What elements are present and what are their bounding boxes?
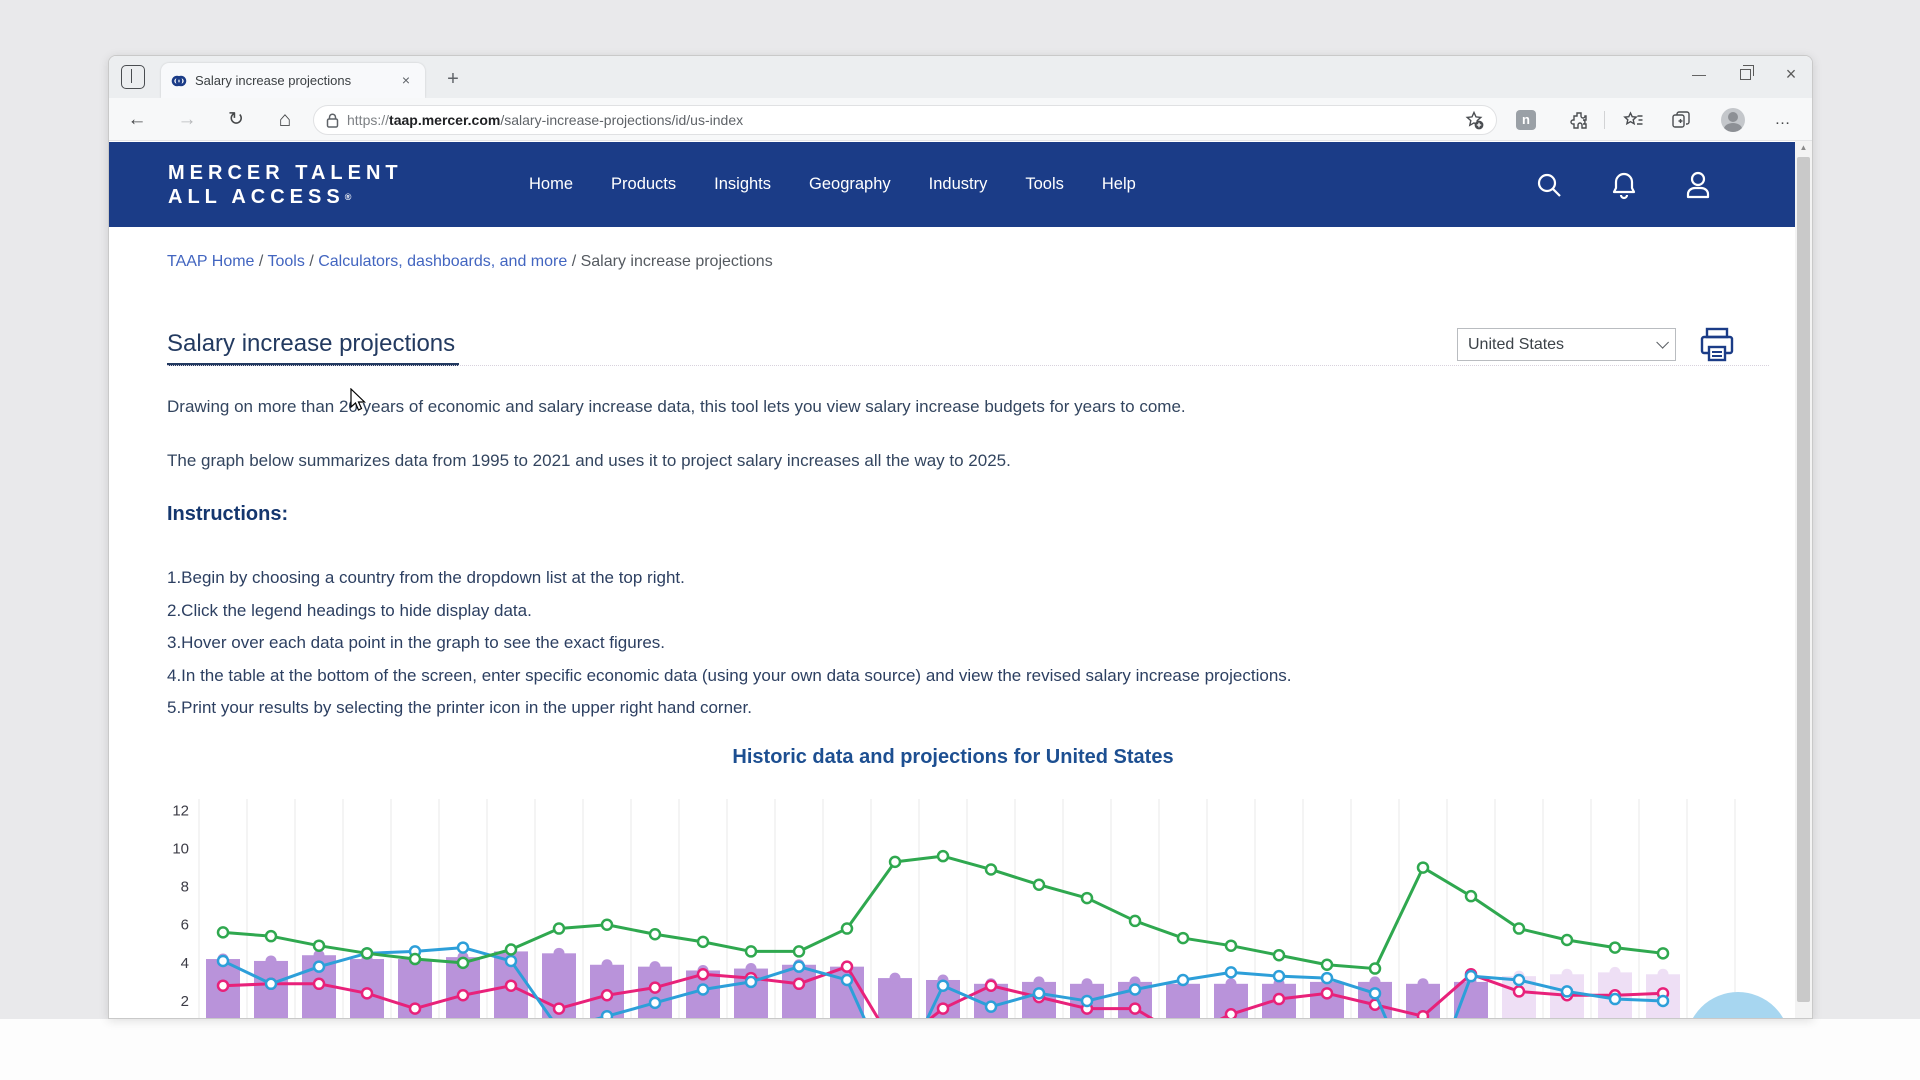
profile-avatar[interactable] [1719,107,1747,133]
svg-text:12: 12 [172,802,189,819]
new-tab-button[interactable]: + [439,66,467,94]
tab-title: Salary increase projections [195,73,397,88]
account-person-icon[interactable] [1684,170,1712,200]
instructions-list: 1.Begin by choosing a country from the d… [167,562,1292,725]
refresh-button[interactable]: ↻ [221,106,251,134]
site-nav-icons [1534,142,1712,227]
salary-projections-chart[interactable]: 2 4 6 8 10 12 [157,791,1797,1019]
back-button[interactable]: ← [122,106,152,134]
browser-tab[interactable]: Salary increase projections × [161,63,425,98]
mercer-favicon-icon [171,73,187,89]
breadcrumb-current: Salary increase projections [581,253,773,270]
search-icon[interactable] [1534,170,1564,200]
tab-actions-icon[interactable] [121,65,145,89]
instruction-item: 2.Click the legend headings to hide disp… [167,595,1292,628]
instruction-item: 1.Begin by choosing a country from the d… [167,562,1292,595]
country-dropdown[interactable]: United States [1457,328,1676,361]
browser-menu-icon[interactable]: … [1769,107,1797,133]
svg-text:8: 8 [181,879,189,896]
breadcrumb-taap-home[interactable]: TAAP Home [167,253,254,270]
site-nav-menu: Home Products Insights Geography Industr… [529,142,1136,227]
intro-paragraph-2: The graph below summarizes data from 199… [167,451,1011,471]
print-button[interactable] [1697,325,1737,365]
favorites-star-list-icon[interactable] [1619,107,1647,133]
svg-text:2: 2 [181,993,189,1010]
page-title: Salary increase projections [167,330,455,358]
nav-item-help[interactable]: Help [1102,175,1136,194]
url-text: https://taap.mercer.com/salary-increase-… [347,112,743,128]
instruction-item: 3.Hover over each data point in the grap… [167,627,1292,660]
mercer-taap-logo[interactable]: MERCER TALENT ALL ACCESS® [168,161,403,209]
notifications-bell-icon[interactable] [1610,170,1638,200]
printer-icon [1697,325,1737,365]
chart-canvas: 2 4 6 8 10 12 [157,791,1797,1019]
scrollbar-up-icon[interactable]: ▲ [1795,143,1812,152]
below-window-band [0,1019,1920,1080]
instructions-heading: Instructions: [167,503,288,526]
address-bar[interactable]: https://taap.mercer.com/salary-increase-… [313,105,1497,135]
country-dropdown-value: United States [1468,336,1564,354]
chart-title: Historic data and projections for United… [167,746,1739,769]
toolbar-divider [1604,111,1605,129]
svg-text:6: 6 [181,917,189,934]
lock-icon [326,113,339,128]
scrollbar-thumb[interactable] [1797,157,1810,1002]
tab-strip: Salary increase projections × + — × [109,56,1813,98]
nav-item-insights[interactable]: Insights [714,175,771,194]
site-navbar: MERCER TALENT ALL ACCESS® Home Products … [109,142,1797,227]
svg-text:10: 10 [172,841,189,858]
breadcrumb: TAAP Home / Tools / Calculators, dashboa… [167,253,773,271]
browser-window: Salary increase projections × + — × ← → … [108,55,1813,1019]
minimize-button[interactable]: — [1676,56,1722,92]
svg-text:4: 4 [181,955,189,972]
nav-item-products[interactable]: Products [611,175,676,194]
home-button[interactable]: ⌂ [270,106,300,134]
instruction-item: 4.In the table at the bottom of the scre… [167,660,1292,693]
breadcrumb-calculators[interactable]: Calculators, dashboards, and more [318,253,567,270]
title-dotted-rule [167,365,1769,366]
tab-close-icon[interactable]: × [397,72,415,90]
chevron-down-icon [1656,336,1669,349]
forward-button[interactable]: → [172,106,202,134]
window-controls: — × [1676,56,1813,92]
breadcrumb-tools[interactable]: Tools [268,253,305,270]
restore-button[interactable] [1722,56,1768,92]
nav-item-home[interactable]: Home [529,175,573,194]
restore-icon [1740,69,1751,80]
collections-icon[interactable] [1667,107,1695,133]
add-favorite-star-icon[interactable] [1464,110,1484,130]
page-scrollbar[interactable]: ▲ [1795,141,1812,1019]
intro-paragraph-1: Drawing on more than 20 years of economi… [167,397,1186,417]
nav-item-industry[interactable]: Industry [929,175,988,194]
extensions-puzzle-icon[interactable] [1565,107,1593,133]
extension-n-icon[interactable]: n [1512,107,1540,133]
instruction-item: 5.Print your results by selecting the pr… [167,692,1292,725]
nav-item-geography[interactable]: Geography [809,175,891,194]
close-window-button[interactable]: × [1768,56,1813,92]
browser-toolbar: ← → ↻ ⌂ https://taap.mercer.com/salary-i… [109,98,1813,141]
nav-item-tools[interactable]: Tools [1025,175,1064,194]
mouse-cursor [350,388,367,412]
